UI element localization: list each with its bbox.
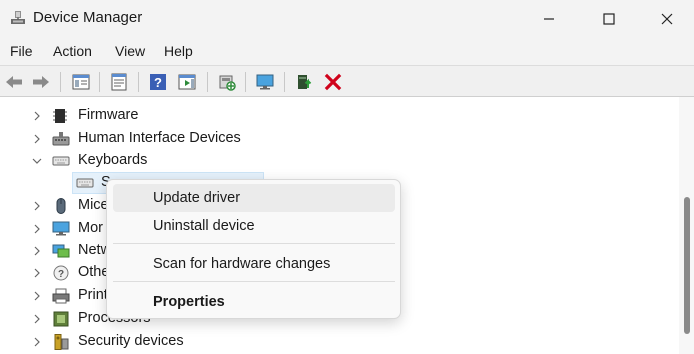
show-hide-console-tree-icon [72, 74, 90, 90]
tree-item-firmware[interactable]: Firmware [0, 105, 679, 127]
toolbar-separator [99, 72, 100, 92]
keyboard-device-icon [76, 178, 94, 188]
properties-button[interactable] [107, 70, 131, 94]
chevron-right-icon[interactable] [32, 291, 42, 301]
tree-item-label: Keyboards [78, 152, 148, 168]
tree-item-label: Firmware [78, 107, 139, 123]
minimize-icon [544, 17, 554, 20]
toolbar: ? [0, 65, 694, 97]
tree-item-label: Mor [78, 220, 103, 236]
svg-text:?: ? [154, 75, 162, 90]
close-button[interactable] [638, 0, 694, 37]
chevron-right-icon[interactable] [32, 337, 42, 347]
forward-icon [33, 76, 49, 88]
hid-icon [52, 132, 70, 146]
tree-item-security-devices[interactable]: Security devices [0, 331, 679, 353]
chevron-right-icon[interactable] [32, 314, 42, 324]
uninstall-device-menu-item[interactable]: Uninstall device [113, 212, 395, 240]
toolbar-separator [207, 72, 208, 92]
properties-menu-item[interactable]: Properties [113, 288, 395, 316]
print-queue-icon [52, 288, 70, 304]
action-pane-button[interactable] [175, 70, 199, 94]
help-button[interactable]: ? [146, 70, 170, 94]
tree-item-label: Othe [78, 264, 110, 280]
scan-hardware-changes-menu-item[interactable]: Scan for hardware changes [113, 250, 395, 278]
menu-item-label: Properties [153, 294, 225, 310]
svg-text:?: ? [58, 269, 64, 280]
menu-separator [113, 281, 395, 282]
uninstall-button[interactable] [321, 70, 345, 94]
toolbar-separator [138, 72, 139, 92]
update-driver-icon [298, 75, 312, 89]
back-icon [6, 76, 22, 88]
help-icon: ? [150, 74, 166, 90]
close-icon [661, 13, 673, 24]
processor-icon [53, 311, 69, 327]
context-menu: Update driver Uninstall device Scan for … [106, 179, 401, 319]
monitor-button[interactable] [253, 70, 277, 94]
back-button[interactable] [2, 70, 26, 94]
keyboard-icon [52, 156, 70, 166]
menu-item-label: Scan for hardware changes [153, 256, 331, 272]
chevron-right-icon[interactable] [32, 246, 42, 256]
tree-item-label: Human Interface Devices [78, 130, 241, 146]
chevron-right-icon[interactable] [32, 111, 42, 121]
chevron-right-icon[interactable] [32, 268, 42, 278]
toolbar-separator [60, 72, 61, 92]
tree-item-human-interface-devices[interactable]: Human Interface Devices [0, 128, 679, 150]
action-pane-icon [178, 74, 196, 90]
firmware-icon [53, 109, 67, 123]
menu-file[interactable]: File [10, 43, 33, 59]
menu-item-label: Uninstall device [153, 218, 255, 234]
update-driver-button[interactable] [292, 70, 316, 94]
chevron-right-icon[interactable] [32, 201, 42, 211]
minimize-button[interactable] [520, 0, 578, 37]
monitor-icon [52, 221, 70, 236]
security-icon [54, 334, 69, 350]
other-devices-icon: ? [53, 265, 69, 281]
monitor-icon [256, 74, 274, 90]
chevron-right-icon[interactable] [32, 224, 42, 234]
tree-item-label: Print [78, 287, 108, 303]
mouse-icon [56, 198, 66, 214]
scrollbar-thumb[interactable] [684, 197, 690, 334]
tree-item-label: Mice [78, 197, 109, 213]
tree-item-label: Security devices [78, 333, 184, 349]
forward-button[interactable] [29, 70, 53, 94]
show-hide-console-tree-button[interactable] [69, 70, 93, 94]
chevron-down-icon[interactable] [32, 156, 42, 166]
scan-hardware-icon [219, 75, 236, 91]
scan-hardware-button[interactable] [215, 70, 239, 94]
maximize-button[interactable] [580, 0, 638, 37]
tree-item-keyboards[interactable]: Keyboards [0, 150, 679, 172]
menu-action[interactable]: Action [53, 43, 92, 59]
chevron-right-icon[interactable] [32, 134, 42, 144]
menu-item-label: Update driver [153, 190, 241, 206]
title-bar: Device Manager [0, 0, 694, 37]
update-driver-menu-item[interactable]: Update driver [113, 184, 395, 212]
vertical-scrollbar[interactable] [679, 97, 694, 354]
properties-icon [111, 73, 127, 91]
menu-bar: File Action View Help [0, 37, 694, 65]
toolbar-separator [284, 72, 285, 92]
toolbar-separator [245, 72, 246, 92]
menu-help[interactable]: Help [164, 43, 193, 59]
menu-view[interactable]: View [115, 43, 145, 59]
device-manager-icon [10, 9, 26, 25]
maximize-icon [603, 12, 615, 25]
network-icon [52, 244, 70, 258]
uninstall-icon [324, 73, 342, 91]
window-title: Device Manager [33, 9, 143, 26]
menu-separator [113, 243, 395, 244]
